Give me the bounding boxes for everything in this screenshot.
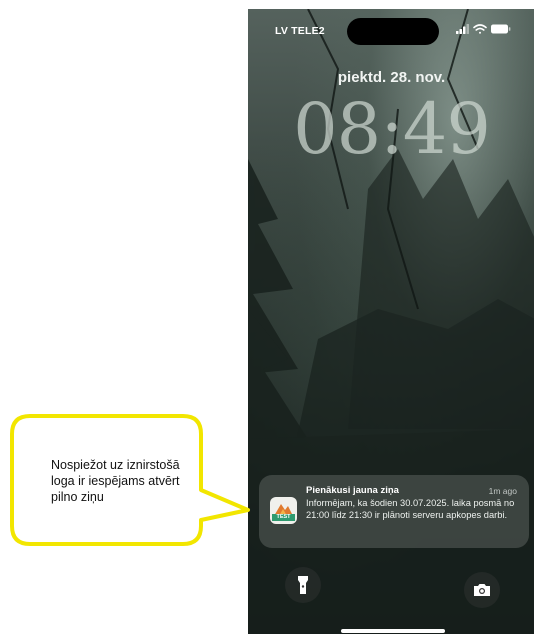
status-bar: LV TELE2 [248,9,534,45]
dynamic-island [347,18,439,45]
home-indicator[interactable] [341,629,445,633]
notification-body: Informējam, ka šodien 30.07.2025. laika … [306,498,515,520]
flashlight-icon [298,576,308,594]
camera-icon [474,584,490,596]
lock-date: piektd. 28. nov. [337,69,446,86]
camera-button[interactable] [464,572,500,608]
notification-time: 1m ago [488,486,517,496]
flashlight-button[interactable] [285,567,321,603]
battery-icon [491,24,511,34]
callout-text: Nospiežot uz iznirstošā loga ir iespējam… [51,458,180,504]
signal-icon [456,24,469,34]
carrier-label: LV TELE2 [275,25,325,37]
notification-title: Pienākusi jauna ziņa [306,485,399,496]
wifi-icon [473,24,487,34]
app-icon-label: TEST [272,514,295,521]
lock-clock: 08:49 [293,88,491,170]
app-test-icon: TEST [270,497,297,524]
phone-lock-screen: LV TELE2 piektd. 28. nov. 08:49 TEST Pie… [248,9,534,634]
notification-banner[interactable]: TEST Pienākusi jauna ziņa 1m ago Informē… [259,475,529,548]
status-icons [456,24,511,34]
